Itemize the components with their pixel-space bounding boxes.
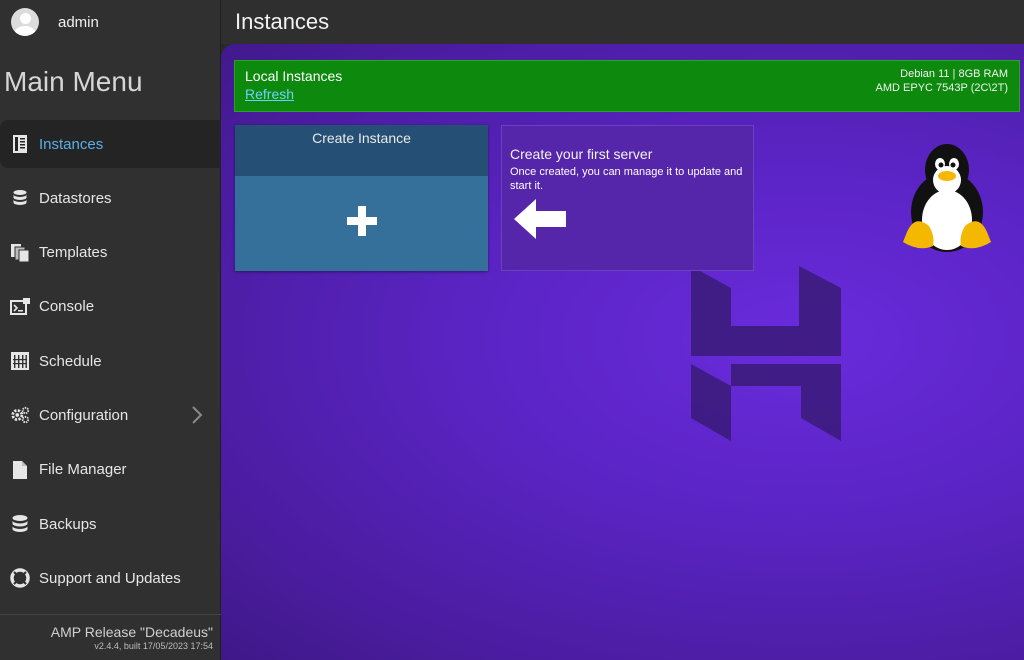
local-instances-bar: Local Instances Refresh Debian 11 | 8GB …	[234, 60, 1020, 112]
sidebar-item-datastores[interactable]: Datastores	[0, 174, 221, 222]
system-specs: Debian 11 | 8GB RAM AMD EPYC 7543P (2C\2…	[876, 67, 1008, 95]
console-icon	[10, 297, 30, 317]
gears-icon	[10, 405, 30, 425]
sidebar-item-configuration[interactable]: Configuration	[0, 391, 221, 439]
file-icon	[10, 460, 30, 480]
sidebar-item-label: Support and Updates	[39, 569, 181, 587]
first-server-hint: Create your first server Once created, y…	[501, 125, 754, 271]
sidebar-item-label: File Manager	[39, 461, 127, 479]
top-bar: Instances	[221, 0, 1024, 44]
sidebar-item-backups[interactable]: Backups	[0, 500, 221, 548]
database-icon	[10, 188, 30, 208]
plus-icon	[345, 204, 379, 243]
main-content: Local Instances Refresh Debian 11 | 8GB …	[221, 44, 1024, 660]
user-row[interactable]: admin	[0, 0, 220, 44]
sidebar: admin Main Menu Instances Datastores Tem…	[0, 0, 221, 660]
avatar[interactable]	[11, 8, 39, 36]
hint-body: Once created, you can manage it to updat…	[510, 166, 743, 192]
hint-heading: Create your first server	[510, 146, 653, 162]
sidebar-item-support[interactable]: Support and Updates	[0, 554, 221, 602]
instances-icon	[10, 134, 30, 154]
sidebar-item-label: Configuration	[39, 406, 129, 424]
sidebar-item-instances[interactable]: Instances	[0, 120, 221, 168]
os-info: Debian 11 | 8GB RAM	[900, 68, 1008, 80]
lifebuoy-icon	[10, 568, 30, 589]
sidebar-footer: AMP Release "Decadeus" v2.4.4, built 17/…	[0, 614, 221, 660]
menu-title: Main Menu	[4, 66, 143, 97]
sidebar-item-label: Templates	[39, 244, 108, 262]
create-instance-button[interactable]: Create Instance	[235, 125, 488, 271]
sidebar-item-label: Console	[39, 298, 95, 316]
tux-linux-icon	[897, 140, 997, 261]
release-name: AMP Release "Decadeus"	[50, 624, 213, 640]
page-title: Instances	[235, 9, 330, 34]
hostinger-logo-icon	[691, 266, 843, 446]
sidebar-item-console[interactable]: Console	[0, 283, 221, 331]
sidebar-item-label: Schedule	[39, 352, 102, 370]
username: admin	[58, 13, 99, 31]
main-menu: Instances Datastores Templates Console S	[0, 120, 221, 609]
backups-icon	[10, 514, 30, 534]
create-instance-label: Create Instance	[235, 125, 488, 176]
sidebar-item-templates[interactable]: Templates	[0, 229, 221, 277]
arrow-left-icon	[512, 197, 568, 246]
sidebar-item-label: Datastores	[39, 189, 112, 207]
create-instance-body	[235, 176, 488, 271]
cpu-info: AMD EPYC 7543P (2C\2T)	[875, 82, 1008, 94]
sidebar-item-schedule[interactable]: Schedule	[0, 337, 221, 385]
sidebar-item-file-manager[interactable]: File Manager	[0, 446, 221, 494]
chevron-right-icon[interactable]	[191, 405, 203, 429]
schedule-icon	[10, 351, 30, 371]
sidebar-item-label: Instances	[39, 135, 104, 153]
refresh-link[interactable]: Refresh	[245, 86, 294, 102]
sidebar-item-label: Backups	[39, 515, 97, 533]
build-info: v2.4.4, built 17/05/2023 17:54	[94, 641, 213, 651]
templates-icon	[10, 243, 30, 263]
